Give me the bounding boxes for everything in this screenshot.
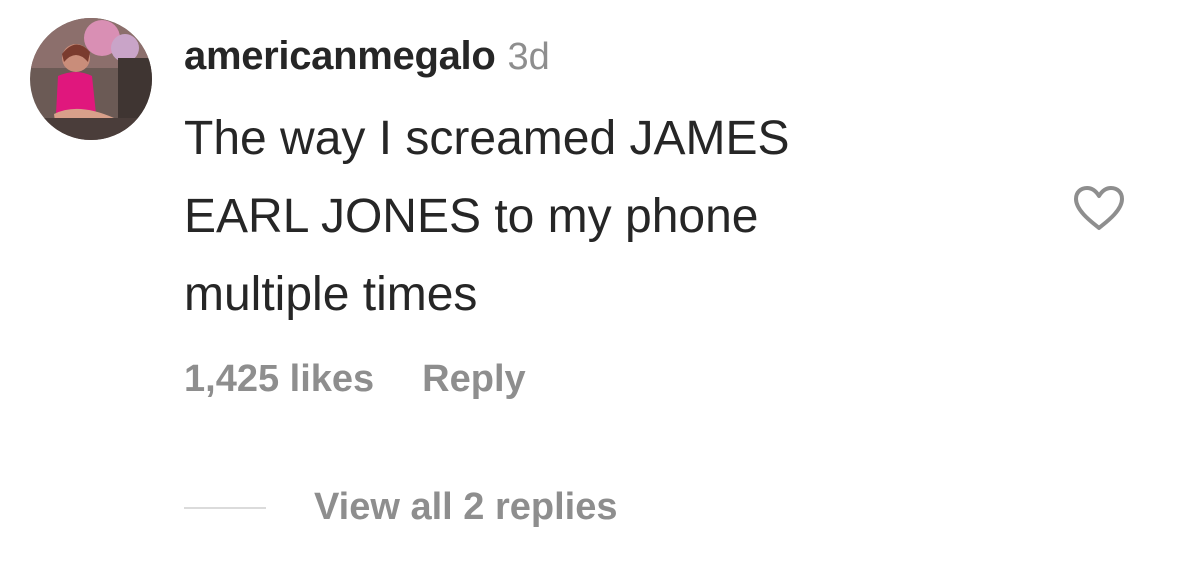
comment-text-line: The way I screamed JAMES (184, 112, 790, 165)
likes-count[interactable]: 1,425 likes (184, 358, 374, 401)
comment-text: The way I screamed JAMES EARL JONES to m… (184, 100, 964, 334)
username[interactable]: americanmegalo (184, 34, 496, 79)
avatar-image (30, 18, 152, 140)
reply-button[interactable]: Reply (422, 358, 525, 401)
heart-outline-icon (1074, 186, 1124, 230)
like-button[interactable] (1068, 182, 1130, 234)
view-replies-row: View all 2 replies (184, 486, 617, 529)
avatar[interactable] (30, 18, 152, 140)
timestamp[interactable]: 3d (508, 36, 550, 79)
comment-text-line: EARL JONES to my phone (184, 190, 759, 243)
comment-text-line: multiple times (184, 268, 478, 321)
replies-divider (184, 506, 266, 509)
view-replies-button[interactable]: View all 2 replies (314, 486, 617, 529)
comment-header: americanmegalo 3d (184, 34, 550, 84)
comment-item: americanmegalo 3d The way I screamed JAM… (0, 0, 1200, 574)
comment-actions: 1,425 likes Reply (184, 358, 526, 401)
